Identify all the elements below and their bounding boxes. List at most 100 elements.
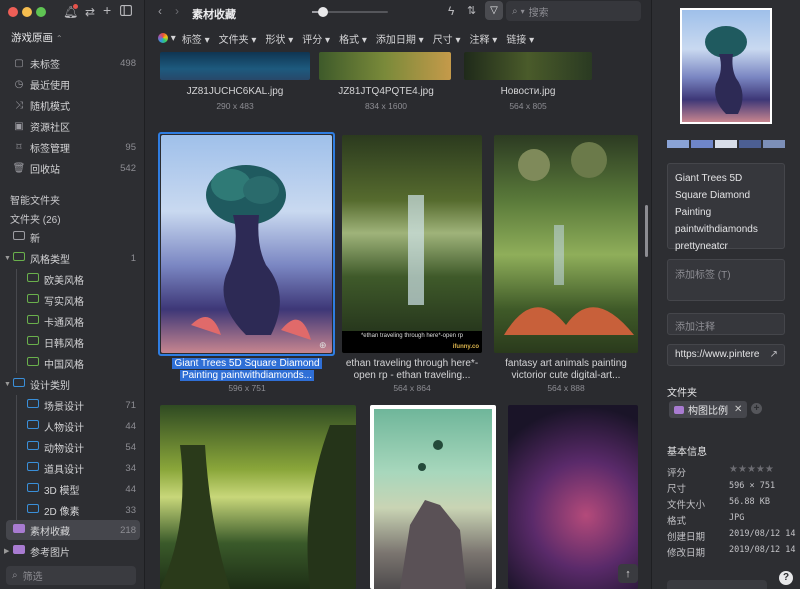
star-icon[interactable]: ★ <box>765 464 774 475</box>
filter-tags[interactable]: 标签 ▾ <box>182 31 210 46</box>
folder-jp-kr-style[interactable]: 日韩风格 <box>20 332 140 352</box>
folder-icon <box>24 462 42 474</box>
zoom-slider-handle[interactable] <box>318 7 329 17</box>
palette-swatch[interactable] <box>715 140 737 148</box>
folder-style-types[interactable]: ▼ 风格类型 1 <box>4 248 140 268</box>
sidebar-filter-input[interactable]: ⌕ 筛选 <box>6 566 136 585</box>
minimize-window-button[interactable] <box>22 7 32 17</box>
palette-swatch[interactable] <box>739 140 761 148</box>
thumbnail-image[interactable]: *ethan traveling through here*-open rp i… <box>342 135 482 353</box>
title-field[interactable]: Giant Trees 5D Square Diamond Painting p… <box>667 163 785 252</box>
caret-right-icon[interactable]: ▶ <box>4 547 9 555</box>
url-field[interactable]: https://www.pintere ↗ <box>667 344 785 366</box>
clock-icon: ◷ <box>14 78 24 90</box>
sidebar-item-community[interactable]: ▣ 资源社区 <box>6 116 140 136</box>
folders-heading[interactable]: 文件夹 (26) <box>10 211 61 226</box>
filter-shape[interactable]: 形状 ▾ <box>265 31 293 46</box>
star-icon[interactable]: ★ <box>756 464 765 475</box>
palette-swatch[interactable] <box>763 140 785 148</box>
color-wheel-icon[interactable]: ▾ <box>158 33 176 44</box>
smart-folders-heading[interactable]: 智能文件夹 <box>10 192 60 207</box>
file-dimensions: 564 x 888 <box>547 383 585 393</box>
file-dimensions: 596 x 751 <box>228 383 266 393</box>
remove-icon[interactable]: ✕ <box>734 404 742 415</box>
filter-folder[interactable]: 文件夹 ▾ <box>219 31 257 46</box>
star-icon[interactable]: ★ <box>738 464 747 475</box>
info-key: 格式 <box>667 516 687 527</box>
basic-info-heading: 基本信息 <box>667 447 707 458</box>
thumbnail-image[interactable] <box>160 405 356 589</box>
thumbnail-image[interactable] <box>508 405 638 589</box>
search-input[interactable]: ⌕ ▾ 搜索 <box>506 1 641 21</box>
sidebar-item-random[interactable]: ⤨ 随机模式 <box>6 95 140 115</box>
palette-swatch[interactable] <box>667 140 689 148</box>
scrollbar-thumb[interactable] <box>645 205 648 257</box>
folder-reference-images[interactable]: ▶ 参考图片 <box>4 541 140 561</box>
sort-icon[interactable]: ⇅ <box>467 4 476 17</box>
caret-down-icon[interactable]: ▼ <box>4 381 11 388</box>
funnel-icon: ▽ <box>490 5 498 16</box>
tag-placeholder: 添加标签 (T) <box>675 270 731 281</box>
folder-cartoon-style[interactable]: 卡通风格 <box>20 311 140 331</box>
filter-notes[interactable]: 注释 ▾ <box>470 31 498 46</box>
thumbnail-image[interactable] <box>370 405 496 589</box>
tag-input[interactable]: 添加标签 (T) <box>667 259 785 301</box>
sync-icon[interactable]: ⇄ <box>85 5 95 19</box>
folder-material-collection[interactable]: 素材收藏 218 <box>6 520 140 540</box>
maximize-window-button[interactable] <box>36 7 46 17</box>
add-icon[interactable]: + <box>103 2 111 18</box>
close-window-button[interactable] <box>8 7 18 17</box>
folder-character-design[interactable]: 人物设计 44 <box>20 416 140 436</box>
forward-icon[interactable]: › <box>175 4 179 18</box>
zoom-slider-track[interactable] <box>312 7 388 17</box>
sidebar-item-untagged[interactable]: ▢ 未标签 498 <box>6 53 140 73</box>
filter-link[interactable]: 链接 ▾ <box>506 31 534 46</box>
note-input[interactable]: 添加注释 <box>667 313 785 335</box>
folder-label: 设计类别 <box>30 380 70 392</box>
caret-down-icon[interactable]: ▼ <box>4 255 11 262</box>
filter-date-added[interactable]: 添加日期 ▾ <box>376 31 424 46</box>
file-name-line: open rp - ethan traveling... <box>353 370 471 381</box>
bolt-icon[interactable]: ϟ <box>448 4 454 18</box>
zoom-icon[interactable]: ⊕ <box>319 340 327 351</box>
library-switcher[interactable]: 游戏原画 ⌃ <box>11 30 63 45</box>
folder-prop-design[interactable]: 道具设计 34 <box>20 458 140 478</box>
back-icon[interactable]: ‹ <box>158 4 162 18</box>
sidebar-item-recent[interactable]: ◷ 最近使用 <box>6 74 140 94</box>
preview-frame[interactable] <box>680 8 772 124</box>
sidebar-item-tag-manager[interactable]: ⌑ 标签管理 95 <box>6 137 140 157</box>
folder-design-categories[interactable]: ▼ 设计类别 <box>4 374 140 394</box>
filter-format[interactable]: 格式 ▾ <box>339 31 367 46</box>
folder-2d-pixel[interactable]: 2D 像素 33 <box>20 500 140 520</box>
sidebar-item-trash[interactable]: 🗑︎ 回收站 542 <box>6 158 140 178</box>
folder-animal-design[interactable]: 动物设计 54 <box>20 437 140 457</box>
thumbnail-image[interactable] <box>494 135 638 353</box>
thumbnail-image[interactable] <box>319 52 451 80</box>
folder-chip[interactable]: 构图比例 ✕ <box>669 401 748 418</box>
folder-western-style[interactable]: 欧美风格 <box>20 269 140 289</box>
export-button[interactable] <box>667 580 767 589</box>
tree-line <box>16 395 17 520</box>
folder-chinese-style[interactable]: 中国风格 <box>20 353 140 373</box>
sidebar-toggle-icon[interactable] <box>120 5 132 19</box>
filter-rating[interactable]: 评分 ▾ <box>302 31 330 46</box>
folder-realistic-style[interactable]: 写实风格 <box>20 290 140 310</box>
help-icon[interactable]: ? <box>779 571 793 585</box>
thumbnail-image[interactable] <box>160 52 310 80</box>
external-link-icon[interactable]: ↗ <box>769 349 778 360</box>
palette-swatch[interactable] <box>691 140 713 148</box>
filter-button[interactable]: ▽ <box>485 1 503 20</box>
folder-scene-design[interactable]: 场景设计 71 <box>20 395 140 415</box>
app-window: 🔔︎ ⇄ + 游戏原画 ⌃ ▢ 未标签 498 ◷ 最近使用 ⤨ 随机模式 ▣ 资源社区 … <box>0 0 800 589</box>
folder-new[interactable]: 新 <box>6 227 140 247</box>
scroll-to-top-button[interactable]: ↑ <box>618 564 638 583</box>
filter-size[interactable]: 尺寸 ▾ <box>433 31 461 46</box>
thumbnail-image[interactable] <box>161 135 332 353</box>
folder-3d-models[interactable]: 3D 模型 44 <box>20 479 140 499</box>
thumbnail-image[interactable] <box>464 52 592 80</box>
star-icon[interactable]: ★ <box>747 464 756 475</box>
info-value: JPG <box>729 513 745 523</box>
add-folder-icon[interactable]: + <box>751 403 762 414</box>
star-icon[interactable]: ★ <box>729 464 738 475</box>
rating-stars[interactable]: ★★★★★ <box>729 464 774 475</box>
